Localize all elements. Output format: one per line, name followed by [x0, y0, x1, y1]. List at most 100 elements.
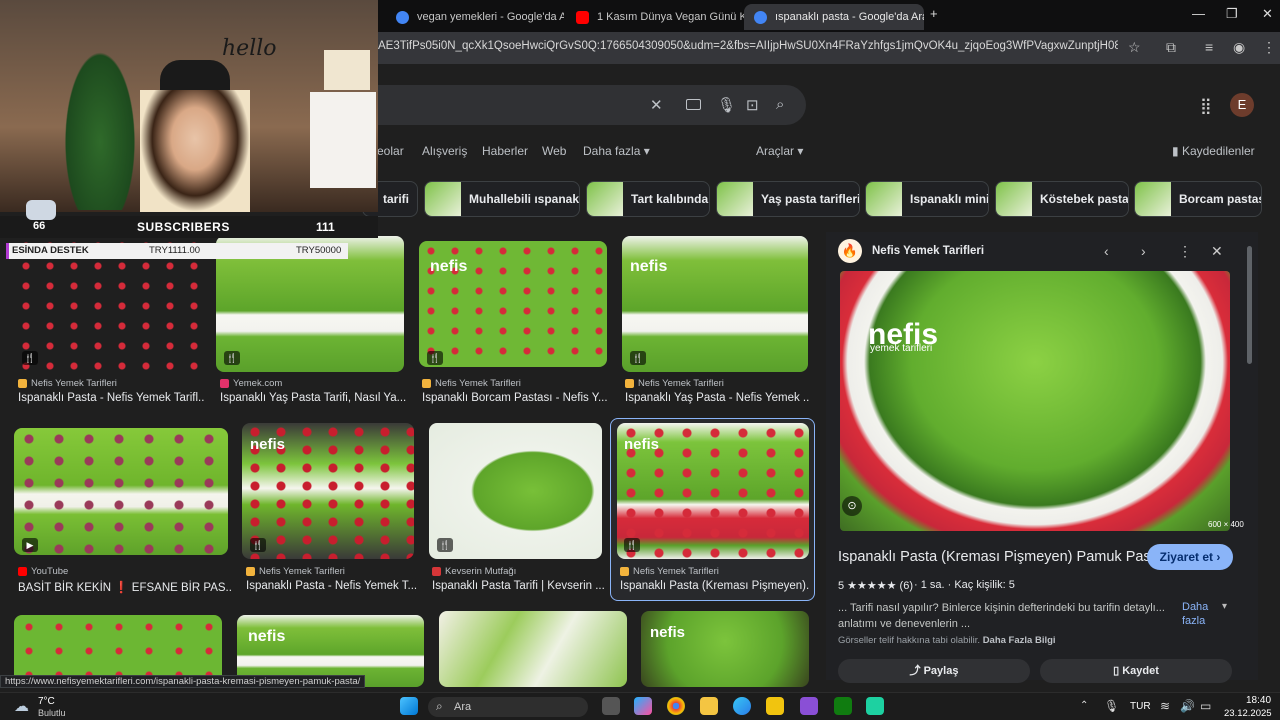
nav-shopping[interactable]: Alışveriş — [422, 144, 467, 158]
source-name: Yemek.com — [233, 378, 283, 389]
nav-news[interactable]: Haberler — [482, 144, 528, 158]
nav-videos[interactable]: eolar — [377, 144, 404, 158]
chrome-icon[interactable] — [667, 697, 685, 715]
description-line-1: ... Tarifi nasıl yapılır? Binlerce kişin… — [838, 602, 1165, 614]
prev-icon[interactable]: ‹ — [1104, 243, 1109, 259]
keyboard-icon[interactable] — [686, 99, 701, 110]
learn-more-link[interactable]: Daha Fazla Bilgi — [983, 635, 1056, 646]
chip-tart[interactable]: Tart kalıbında — [586, 181, 710, 217]
chip-label: Yaş pasta tarifleri — [761, 192, 860, 206]
bookmark-icon: ▯ — [1113, 665, 1120, 677]
donation-goal: TRY50000 — [296, 245, 342, 256]
rating: 5 ★★★★★ (6) — [838, 580, 913, 592]
menu-icon[interactable]: ⋮ — [1262, 39, 1276, 56]
result-image[interactable] — [622, 236, 808, 372]
recipe-icon: 🍴 — [624, 538, 640, 552]
language-indicator[interactable]: TUR — [1130, 701, 1151, 712]
task-view-icon[interactable] — [602, 697, 620, 715]
new-tab-button[interactable]: + — [930, 6, 938, 21]
result-image[interactable] — [429, 423, 602, 559]
result-image[interactable] — [439, 611, 627, 687]
microphone-icon[interactable]: 🎙 — [717, 96, 736, 114]
nav-web[interactable]: Web — [542, 144, 566, 158]
search-icon[interactable]: ⌕ — [776, 96, 784, 113]
preview-image[interactable] — [840, 271, 1230, 531]
panel-source[interactable]: Nefis Yemek Tarifleri — [872, 245, 984, 257]
clock-date[interactable]: 23.12.2025 — [1224, 708, 1272, 719]
obs-icon[interactable] — [800, 697, 818, 715]
start-icon[interactable] — [400, 697, 418, 715]
clock-time[interactable]: 18:40 — [1246, 695, 1271, 706]
tab-youtube[interactable]: 1 Kasım Dünya Vegan Günü Ku✕ — [566, 4, 744, 30]
address-bar[interactable]: AE3TifPs05i0N_qcXk1QsoeHwciQrGvS0Q:17665… — [378, 40, 1118, 56]
tab-ispanakli[interactable]: ıspanaklı pasta - Google'da Ara✕ — [744, 4, 924, 30]
result-title[interactable]: Ispanaklı Pasta - Nefis Yemek Tarifl... — [18, 392, 204, 404]
save-label: Kaydet — [1122, 665, 1159, 677]
save-button[interactable]: ▯ Kaydet — [1040, 659, 1232, 683]
apps-icon[interactable]: ⣿ — [1200, 96, 1212, 116]
subscriber-count-left: 66 — [33, 220, 46, 232]
window-close-icon[interactable]: ✕ — [1262, 6, 1273, 22]
chip-yas-pasta[interactable]: Yaş pasta tarifleri — [716, 181, 860, 217]
extensions-icon[interactable]: ⧉ — [1166, 39, 1176, 56]
lens-icon[interactable]: ⊙ — [842, 496, 862, 516]
wall-picture — [324, 50, 370, 90]
chip-mini[interactable]: Ispanaklı mini — [865, 181, 989, 217]
weather-temp[interactable]: 7°C — [38, 696, 55, 707]
result-title[interactable]: Ispanaklı Yaş Pasta - Nefis Yemek ... — [625, 392, 809, 404]
app-icon[interactable] — [866, 697, 884, 715]
share-button[interactable]: ⤴ Paylaş — [838, 659, 1030, 683]
restore-icon[interactable]: ❐ — [1226, 6, 1238, 22]
chip-label: Ispanaklı mini — [910, 192, 989, 206]
more-icon[interactable]: ⋮ — [1178, 243, 1192, 260]
copilot-icon[interactable] — [634, 697, 652, 715]
edge-icon[interactable] — [733, 697, 751, 715]
result-title[interactable]: Ispanaklı Pasta Tarifi | Kevserin ... — [432, 580, 604, 592]
xbox-icon[interactable] — [834, 697, 852, 715]
minimize-icon[interactable]: — — [1192, 6, 1205, 21]
clear-icon[interactable]: ✕ — [650, 96, 663, 114]
chip-thumb — [425, 182, 461, 216]
result-image[interactable] — [641, 611, 809, 687]
result-source: Nefis Yemek Tarifleri — [422, 378, 521, 389]
more-link[interactable]: Daha fazla — [1182, 600, 1224, 628]
discord-icon — [26, 200, 56, 220]
visit-button[interactable]: Ziyaret et › — [1147, 544, 1233, 570]
saved-button[interactable]: ▮ Kaydedilenler — [1172, 144, 1255, 158]
lens-icon[interactable]: ⊡ — [746, 96, 759, 114]
chip-borcam[interactable]: Borcam pastası — [1134, 181, 1262, 217]
next-icon[interactable]: › — [1141, 243, 1146, 259]
file-explorer-icon[interactable] — [700, 697, 718, 715]
tab-vegan[interactable]: vegan yemekleri - Google'da Ara✕ — [386, 4, 564, 30]
result-image[interactable] — [14, 428, 228, 555]
google-icon — [754, 10, 767, 24]
avatar[interactable]: E — [1230, 93, 1254, 117]
wifi-icon[interactable]: ≋ — [1160, 699, 1170, 713]
store-icon[interactable] — [766, 697, 784, 715]
close-panel-icon[interactable]: ✕ — [1211, 243, 1223, 260]
copyright-notice: Görseller telif hakkına tabi olabilir. D… — [838, 635, 1056, 646]
chip-kostebek[interactable]: Köstebek pasta — [995, 181, 1129, 217]
result-title[interactable]: Ispanaklı Yaş Pasta Tarifi, Nasıl Ya... — [220, 392, 406, 404]
star-icon[interactable]: ☆ — [1128, 39, 1141, 56]
tools-button[interactable]: Araçlar ▾ — [756, 144, 803, 158]
result-title[interactable]: BASİT BİR KEKİN ❗ EFSANE BİR PAS... — [18, 580, 232, 594]
profile-icon[interactable]: ◉ — [1233, 39, 1245, 56]
result-title[interactable]: Ispanaklı Borcam Pastası - Nefis Y... — [422, 392, 608, 404]
chevron-down-icon[interactable]: ▾ — [1222, 601, 1227, 612]
panel-title[interactable]: Ispanaklı Pasta (Kreması Pişmeyen) Pamuk… — [838, 549, 1163, 565]
taskbar-search[interactable]: Ara — [428, 697, 588, 717]
battery-icon[interactable]: ▭ — [1200, 699, 1211, 713]
volume-icon[interactable]: 🔊 — [1180, 699, 1195, 713]
hello-text: hello — [222, 36, 277, 61]
scrollbar-thumb[interactable] — [1247, 246, 1252, 364]
result-source: Nefis Yemek Tarifleri — [625, 378, 724, 389]
chevron-up-icon[interactable]: ⌃ — [1080, 700, 1088, 711]
microphone-icon[interactable]: 🎙 — [1104, 699, 1119, 713]
result-title[interactable]: Ispanaklı Pasta (Kreması Pişmeyen)... — [620, 580, 810, 592]
result-title[interactable]: Ispanaklı Pasta - Nefis Yemek T... — [246, 580, 418, 592]
media-icon[interactable]: ≡ — [1205, 39, 1213, 55]
search-box[interactable] — [360, 85, 806, 125]
nav-more[interactable]: Daha fazla ▾ — [583, 144, 650, 158]
chip-muhallebili[interactable]: Muhallebili ıspanaklı — [424, 181, 580, 217]
